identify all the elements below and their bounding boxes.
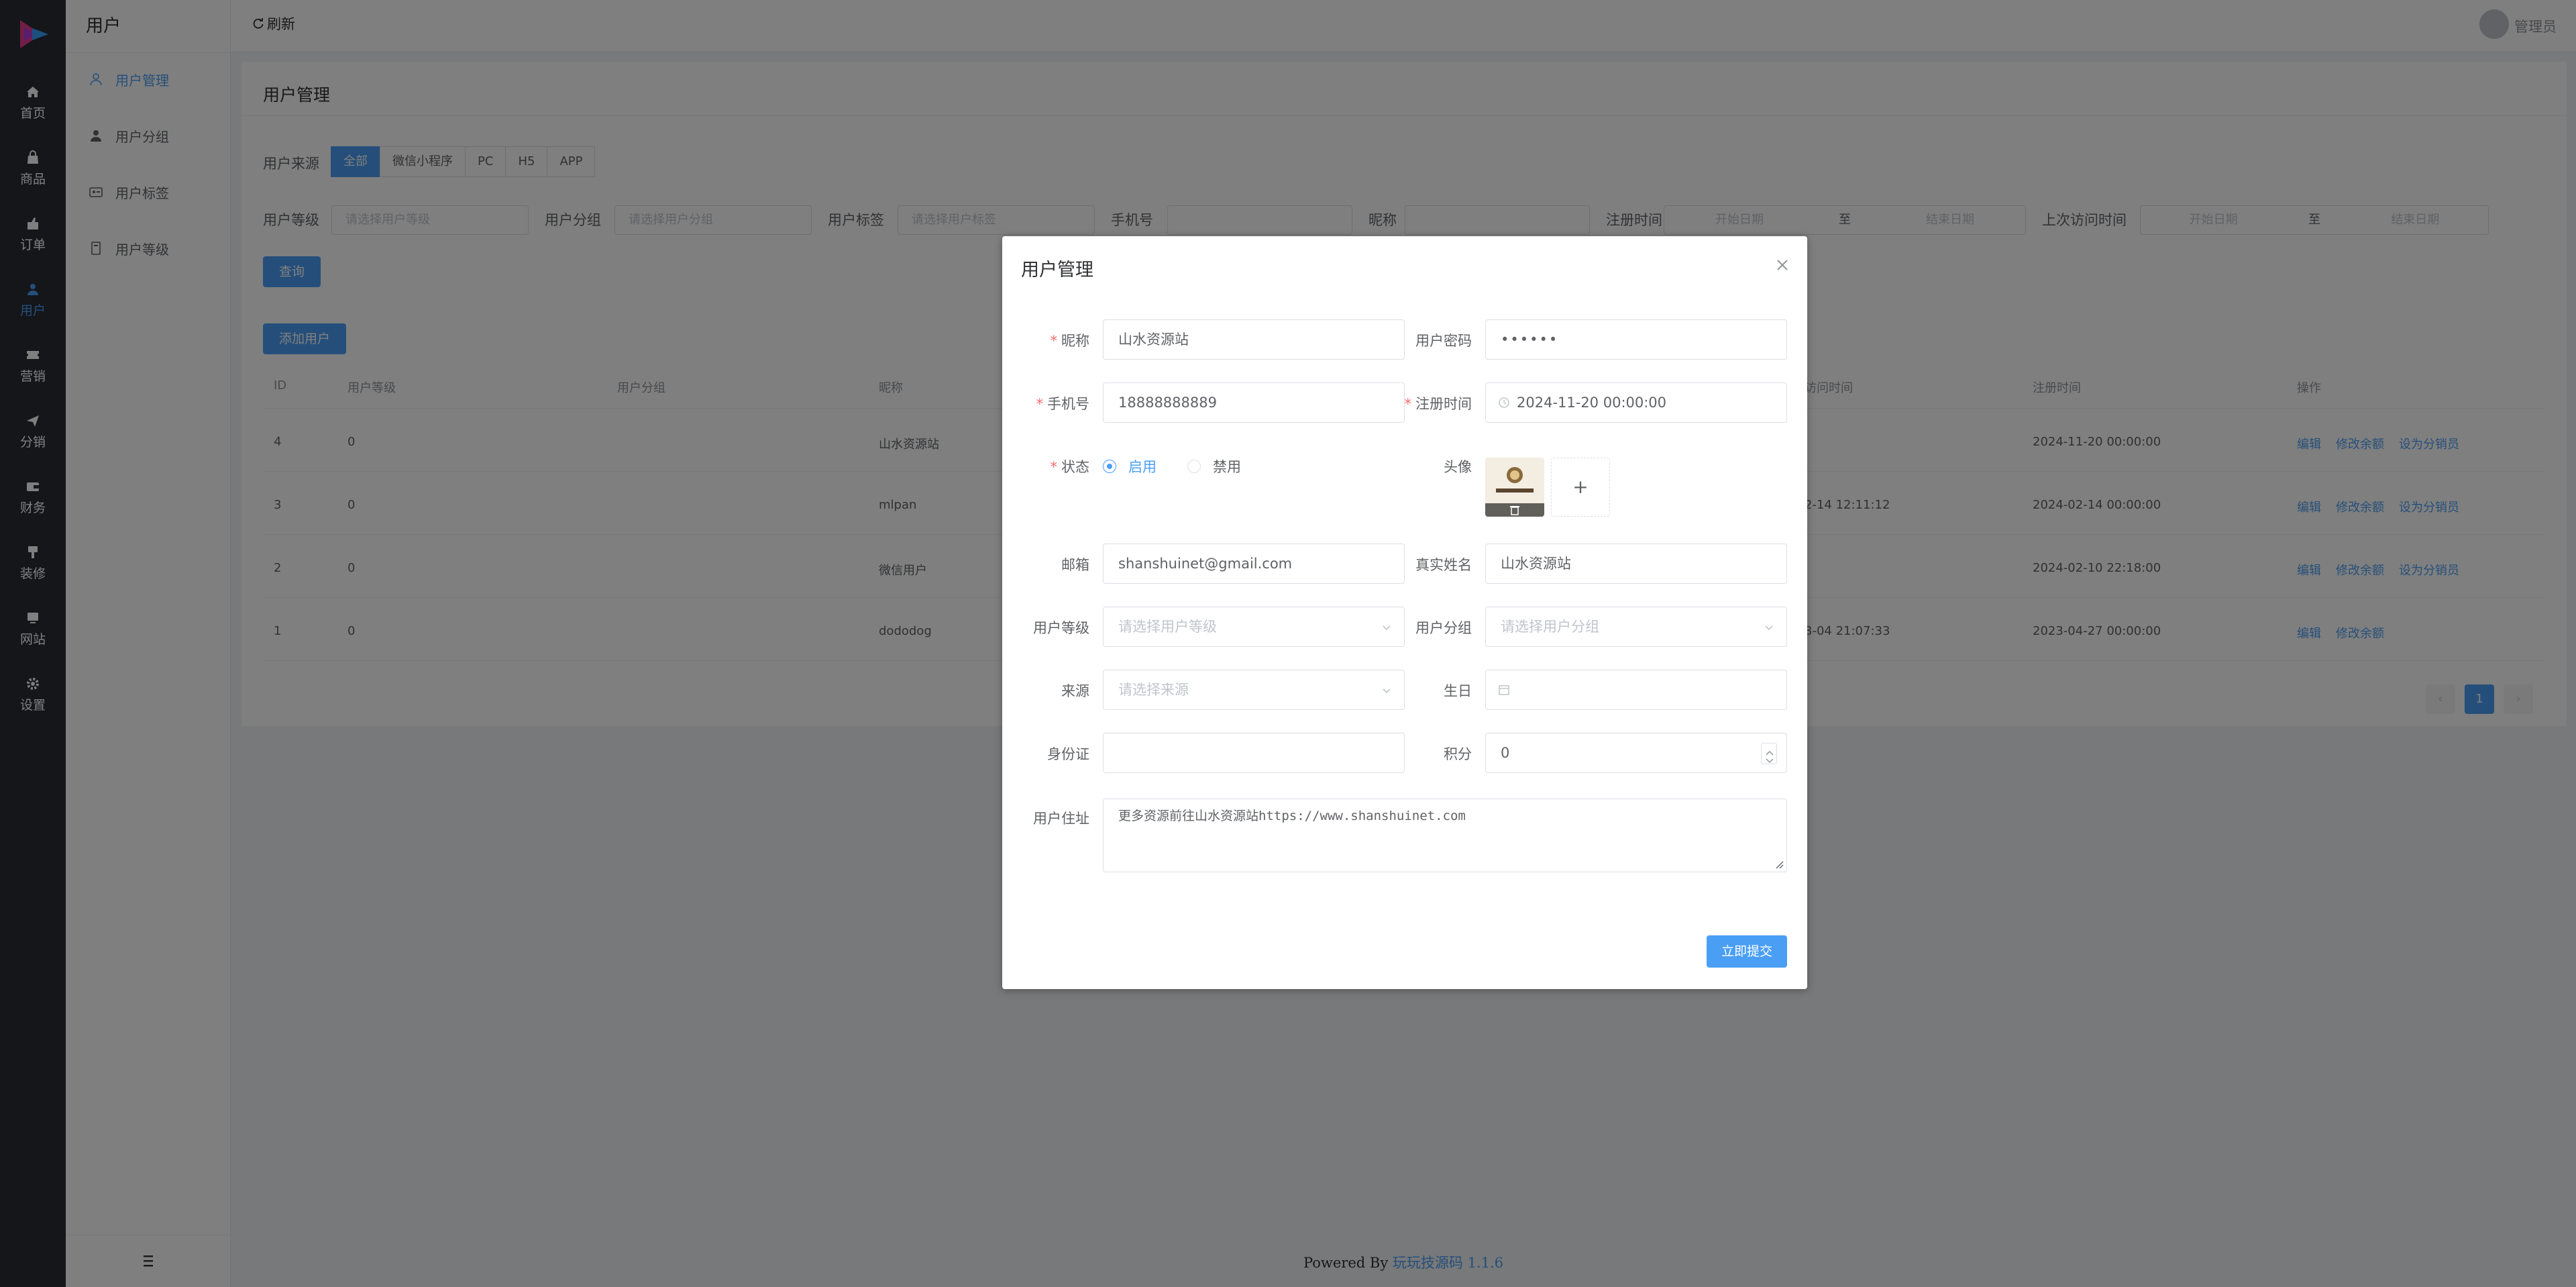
phone-field[interactable]: 18888888889 <box>1103 382 1405 423</box>
level-placeholder: 请选择用户等级 <box>1118 619 1217 635</box>
status-label: * 状态 <box>1050 459 1090 475</box>
submit-button[interactable]: 立即提交 <box>1707 935 1787 968</box>
avatar-image[interactable] <box>1485 458 1544 517</box>
group-placeholder: 请选择用户分组 <box>1501 619 1599 635</box>
regtime-value: 2024-11-20 00:00:00 <box>1517 395 1667 411</box>
birthday-picker[interactable] <box>1485 670 1787 710</box>
avatar-delete-bar[interactable] <box>1485 503 1544 517</box>
source-label: 来源 <box>1061 683 1089 699</box>
idcard-label: 身份证 <box>1047 746 1089 762</box>
status-disabled-radio[interactable]: 禁用 <box>1187 456 1241 476</box>
idcard-field[interactable] <box>1103 733 1405 773</box>
stepper-arrows-icon <box>1766 751 1774 763</box>
points-label: 积分 <box>1444 746 1472 762</box>
nickname-label: * 昵称 <box>1050 333 1090 349</box>
address-textarea[interactable]: 更多资源前往山水资源站https://www.shanshuinet.com <box>1103 799 1787 872</box>
level-select[interactable]: 请选择用户等级 <box>1103 607 1405 647</box>
address-text: 更多资源前往山水资源站 <box>1118 809 1259 823</box>
birthday-label: 生日 <box>1444 683 1472 699</box>
label-text: 状态 <box>1061 459 1089 475</box>
realname-label: 真实姓名 <box>1415 557 1472 573</box>
radio-label: 禁用 <box>1213 459 1241 475</box>
clock-icon <box>1499 397 1509 408</box>
resize-grip-icon[interactable] <box>1773 858 1784 869</box>
address-url: https://www.shanshuinet.com <box>1258 809 1466 823</box>
password-label: 用户密码 <box>1415 333 1472 349</box>
password-field[interactable]: •••••• <box>1485 319 1787 360</box>
radio-label: 启用 <box>1128 459 1157 475</box>
chevron-down-icon <box>1765 625 1773 631</box>
points-value: 0 <box>1501 745 1510 761</box>
level-label: 用户等级 <box>1033 620 1089 636</box>
trash-icon <box>1510 506 1519 515</box>
phone-label: * 手机号 <box>1036 396 1090 412</box>
points-stepper[interactable]: 0 <box>1485 733 1787 773</box>
label-text: 注册时间 <box>1415 396 1472 412</box>
calendar-icon <box>1499 685 1509 695</box>
source-placeholder: 请选择来源 <box>1118 682 1189 698</box>
avatar-upload-button[interactable]: + <box>1551 458 1610 517</box>
dialog-title: 用户管理 <box>1021 260 1093 280</box>
avatar-label: 头像 <box>1444 459 1472 475</box>
status-enabled-radio[interactable]: 启用 <box>1103 456 1157 476</box>
group-select[interactable]: 请选择用户分组 <box>1485 607 1787 647</box>
stepper-arrows[interactable] <box>1761 743 1777 764</box>
label-text: 昵称 <box>1061 333 1089 349</box>
label-text: 手机号 <box>1047 396 1089 412</box>
regtime-label: * 注册时间 <box>1404 396 1472 412</box>
nickname-field[interactable]: 山水资源站 <box>1103 319 1405 360</box>
radio-dot <box>1103 460 1116 473</box>
realname-field[interactable]: 山水资源站 <box>1485 544 1787 584</box>
address-label: 用户住址 <box>1033 811 1089 827</box>
email-field[interactable]: shanshuinet@gmail.com <box>1103 544 1405 584</box>
user-edit-dialog: 用户管理 * 昵称 山水资源站 用户密码 •••••• * 手机号 18888888… <box>1002 236 1807 989</box>
regtime-picker[interactable]: 2024-11-20 00:00:00 <box>1485 382 1787 423</box>
avatar-logo-image <box>1496 467 1534 493</box>
close-icon[interactable] <box>1775 258 1790 272</box>
email-label: 邮箱 <box>1061 557 1089 573</box>
source-select[interactable]: 请选择来源 <box>1103 670 1405 710</box>
group-label: 用户分组 <box>1415 620 1472 636</box>
radio-dot <box>1187 460 1201 473</box>
